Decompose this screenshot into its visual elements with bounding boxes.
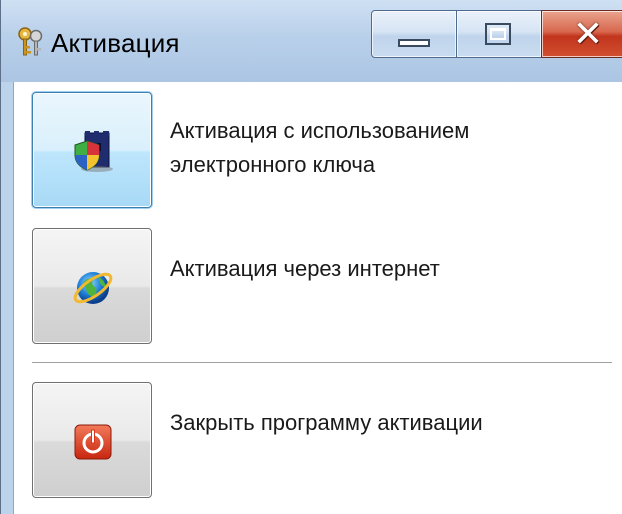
electronic-key-label-line2: электронного ключа: [170, 152, 376, 177]
electronic-key-activation-label: Активация с использованием электронного …: [170, 114, 469, 182]
close-activation-program-label: Закрыть программу активации: [170, 410, 483, 435]
close-activation-program-button[interactable]: [32, 382, 152, 498]
close-icon: ✕: [572, 13, 604, 54]
minimize-button[interactable]: [371, 10, 457, 58]
internet-globe-icon: [73, 272, 113, 304]
activation-window: Активация ✕ Активация с использованием э…: [0, 0, 622, 514]
maximize-button[interactable]: [456, 10, 542, 58]
minimize-icon: [398, 39, 430, 47]
internet-activation-label: Активация через интернет: [170, 256, 440, 281]
maximize-icon: [485, 23, 511, 45]
electronic-key-label-line1: Активация с использованием: [170, 118, 470, 143]
client-area: Активация с использованием электронного …: [13, 82, 622, 514]
electronic-key-activation-button[interactable]: [32, 92, 152, 208]
close-button[interactable]: ✕: [541, 10, 622, 58]
shield-tower-icon: [74, 131, 113, 172]
window-title: Активация: [51, 28, 180, 58]
keys-icon: [18, 27, 43, 56]
separator: [32, 362, 612, 364]
power-icon: [74, 424, 112, 460]
internet-activation-button[interactable]: [32, 228, 152, 344]
title-bar[interactable]: Активация ✕: [1, 0, 622, 82]
